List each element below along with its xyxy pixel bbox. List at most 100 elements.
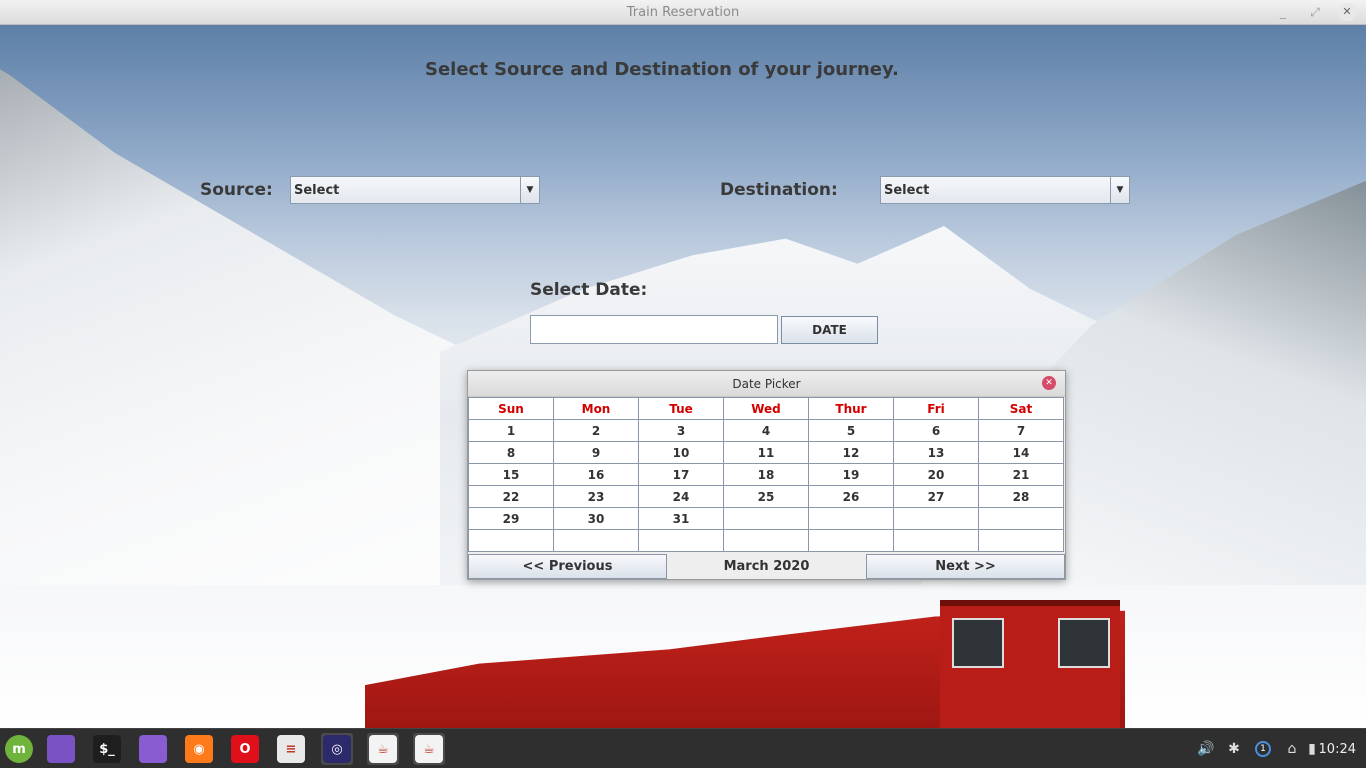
close-icon[interactable]: ✕ (1042, 376, 1056, 390)
weekday-header: Wed (723, 397, 809, 420)
calendar-day-cell[interactable]: 11 (723, 441, 809, 464)
calendar-day-cell[interactable]: 26 (808, 485, 894, 508)
calendar-day-cell[interactable]: 12 (808, 441, 894, 464)
calendar-day-cell[interactable]: 22 (468, 485, 554, 508)
date-picker-title: Date Picker (732, 376, 801, 391)
background-train-front (940, 600, 1120, 728)
destination-combobox[interactable]: Select ▼ (880, 176, 1130, 204)
bluetooth-icon[interactable]: ✱ (1224, 729, 1244, 768)
calendar-day-cell[interactable]: 15 (468, 463, 554, 486)
minimize-icon[interactable]: _ (1274, 3, 1292, 21)
main-window: Select Source and Destination of your jo… (0, 25, 1366, 728)
calendar-day-cell[interactable]: 13 (893, 441, 979, 464)
calendar-day-cell[interactable]: 29 (468, 507, 554, 530)
calendar-day-cell[interactable]: 24 (638, 485, 724, 508)
taskbar-app-button[interactable]: $_ (91, 733, 123, 765)
update-count-badge: 1 (1255, 741, 1271, 757)
previous-month-button[interactable]: << Previous (468, 554, 667, 579)
calendar-day-cell[interactable] (723, 507, 809, 530)
calendar-day-cell[interactable]: 8 (468, 441, 554, 464)
date-label: Select Date: (530, 280, 648, 300)
calendar-day-cell[interactable] (978, 507, 1064, 530)
java-icon: ☕ (415, 735, 443, 763)
calendar-day-cell[interactable] (978, 529, 1064, 552)
calendar-day-cell[interactable]: 25 (723, 485, 809, 508)
weekday-header: Tue (638, 397, 724, 420)
calendar-day-cell[interactable]: 27 (893, 485, 979, 508)
calendar-day-cell[interactable] (638, 529, 724, 552)
calendar-grid: Sun Mon Tue Wed Thur Fri Sat 1 2 3 4 5 6 7 8 9 10… (468, 397, 1064, 552)
mint-menu-icon: m (5, 735, 33, 763)
calendar-day-cell[interactable]: 16 (553, 463, 639, 486)
opera-icon: O (231, 735, 259, 763)
chevron-down-icon[interactable]: ▼ (1110, 177, 1129, 203)
date-field[interactable] (530, 315, 778, 344)
calendar-day-cell[interactable] (808, 507, 894, 530)
calendar-day-cell[interactable] (468, 529, 554, 552)
taskbar-app-button[interactable] (137, 733, 169, 765)
calendar-day-cell[interactable]: 31 (638, 507, 724, 530)
taskbar-app-button[interactable]: ≡ (275, 733, 307, 765)
calendar-day-cell[interactable]: 23 (553, 485, 639, 508)
weekday-header: Fri (893, 397, 979, 420)
destination-label: Destination: (720, 180, 838, 200)
taskbar-app-button[interactable]: ◉ (183, 733, 215, 765)
window-titlebar[interactable]: Train Reservation _ ⤢ ✕ (0, 0, 1366, 25)
calendar-day-cell[interactable]: 1 (468, 419, 554, 442)
calendar-day-cell[interactable]: 2 (553, 419, 639, 442)
calendar-day-cell[interactable]: 30 (553, 507, 639, 530)
calendar-day-cell[interactable]: 17 (638, 463, 724, 486)
weekday-header: Sat (978, 397, 1064, 420)
network-icon[interactable]: ⌂ (1282, 729, 1302, 768)
calendar-day-cell[interactable]: 10 (638, 441, 724, 464)
next-month-button[interactable]: Next >> (866, 554, 1065, 579)
taskbar-app-button[interactable]: ☕ (367, 733, 399, 765)
calendar-day-cell[interactable]: 3 (638, 419, 724, 442)
calendar-day-cell[interactable]: 28 (978, 485, 1064, 508)
java-icon: ☕ (369, 735, 397, 763)
date-picker-titlebar[interactable]: Date Picker ✕ (468, 371, 1065, 397)
calendar-day-cell[interactable]: 9 (553, 441, 639, 464)
desktop-icon (47, 735, 75, 763)
window-title: Train Reservation (626, 4, 740, 20)
taskbar-app-button[interactable] (45, 733, 77, 765)
close-icon[interactable]: ✕ (1338, 3, 1356, 21)
calendar-day-cell[interactable]: 6 (893, 419, 979, 442)
calendar-day-cell[interactable] (893, 529, 979, 552)
maximize-icon[interactable]: ⤢ (1306, 3, 1324, 21)
calendar-day-cell[interactable] (553, 529, 639, 552)
calendar-day-cell[interactable]: 14 (978, 441, 1064, 464)
battery-icon[interactable]: ▮ (1305, 729, 1319, 768)
weekday-header: Thur (808, 397, 894, 420)
calendar-day-cell[interactable]: 20 (893, 463, 979, 486)
source-label: Source: (200, 180, 273, 200)
calendar-day-cell[interactable]: 7 (978, 419, 1064, 442)
clock[interactable]: 10:24 (1319, 729, 1356, 768)
taskbar-app-button[interactable]: ◎ (321, 733, 353, 765)
calendar-day-cell[interactable] (808, 529, 894, 552)
taskbar: m $_ ◉ O ≡ ◎ ☕ ☕ 🔊 ✱ 1 ⌂ ▮ 10:24 (0, 728, 1366, 768)
taskbar-app-button[interactable]: O (229, 733, 261, 765)
calendar-day-cell[interactable]: 18 (723, 463, 809, 486)
files-icon (139, 735, 167, 763)
taskbar-app-button[interactable]: m (3, 733, 35, 765)
update-manager-icon[interactable]: 1 (1252, 729, 1274, 768)
terminal-icon: $_ (93, 735, 121, 763)
calendar-day-cell[interactable]: 4 (723, 419, 809, 442)
chevron-down-icon[interactable]: ▼ (520, 177, 539, 203)
calendar-day-cell[interactable] (723, 529, 809, 552)
date-button[interactable]: DATE (781, 316, 878, 344)
firefox-icon: ◉ (185, 735, 213, 763)
calendar-day-cell[interactable]: 21 (978, 463, 1064, 486)
source-selected-value: Select (294, 182, 340, 198)
date-picker-dialog: Date Picker ✕ Sun Mon Tue Wed Thur Fri S… (467, 370, 1066, 580)
calendar-day-cell[interactable]: 5 (808, 419, 894, 442)
volume-icon[interactable]: 🔊 (1195, 729, 1217, 768)
calendar-day-cell[interactable]: 19 (808, 463, 894, 486)
source-combobox[interactable]: Select ▼ (290, 176, 540, 204)
text-editor-icon: ≡ (277, 735, 305, 763)
destination-selected-value: Select (884, 182, 930, 198)
calendar-day-cell[interactable] (893, 507, 979, 530)
page-heading: Select Source and Destination of your jo… (425, 59, 899, 80)
taskbar-app-button[interactable]: ☕ (413, 733, 445, 765)
